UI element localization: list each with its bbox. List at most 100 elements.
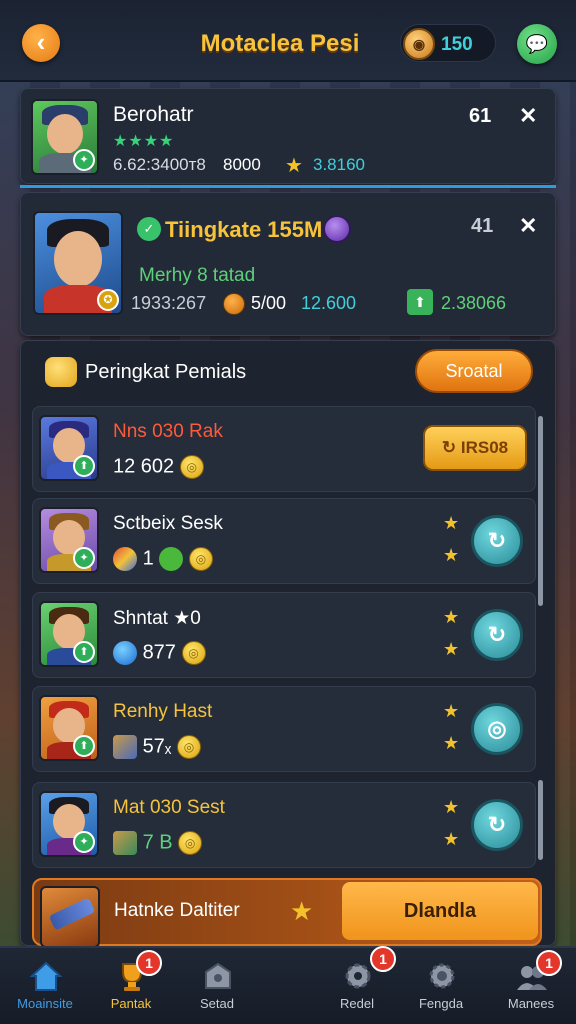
- featured-subtitle: Merhy 8 tatad: [139, 265, 256, 286]
- list-item[interactable]: ⬆ Renhy Hast 57ₓ ◎ ★ ★ ◎: [32, 686, 536, 772]
- avatar: ⬆: [39, 415, 99, 481]
- list-item[interactable]: ⬆ Nns 030 Rak 12 602 ◎ ↻ IRS08: [32, 406, 536, 492]
- star-icon: ★: [290, 896, 314, 926]
- row-name: Sctbeix Sesk: [113, 513, 223, 534]
- highlight-divider: [20, 185, 556, 188]
- star-icon: ★: [285, 155, 303, 177]
- level-badge-icon: ✦: [73, 831, 95, 853]
- coin-value: 150: [441, 34, 473, 55]
- star-icon: ★: [443, 545, 460, 565]
- rating-stars: ★★★★: [113, 133, 175, 150]
- level-badge-icon: ✦: [73, 149, 95, 171]
- star-icon: ★: [443, 733, 460, 753]
- rank-number: 41: [471, 215, 494, 237]
- row-name: Mat 030 Sest: [113, 797, 225, 818]
- chat-button[interactable]: 💬: [517, 24, 557, 64]
- featured-title: Tiingkate 155M: [165, 217, 323, 242]
- featured-player-card[interactable]: ✪ ✓ Tiingkate 155M Merhy 8 tatad 1933:26…: [20, 192, 556, 336]
- row-value: 57ₓ ◎: [113, 735, 201, 759]
- nav-item-redel[interactable]: 1 Redel: [314, 946, 400, 1024]
- star-icon: ★: [443, 829, 460, 849]
- nav-item-setad[interactable]: Setad: [174, 948, 260, 1024]
- coin-counter[interactable]: ◉ 150: [400, 24, 496, 62]
- nav-item-fengda[interactable]: Fengda: [398, 948, 484, 1024]
- featured-status-icon: ✓: [137, 217, 161, 241]
- refresh-icon: ↻: [487, 528, 507, 553]
- nav-label: Redel: [340, 996, 374, 1011]
- back-button[interactable]: ‹: [22, 24, 60, 62]
- player-score: 8000: [223, 155, 261, 174]
- gem-icon: [323, 215, 351, 243]
- star-icon: ★: [443, 701, 460, 721]
- row-name: Renhy Hast: [113, 701, 213, 722]
- star-icon: ★: [443, 639, 460, 659]
- target-icon: ◎: [487, 716, 507, 741]
- player-card-top[interactable]: ✦ Berohatr ★★★★ 6.62:3400ᴛ8 8000 ★ 3.816…: [20, 88, 556, 188]
- list-item[interactable]: ✦ Sctbeix Sesk 1 ◎ ★ ★ ↻: [32, 498, 536, 584]
- notification-badge: 1: [536, 950, 562, 976]
- weapon-icon: [48, 897, 96, 931]
- avatar: [40, 886, 100, 948]
- gear-icon: [341, 960, 375, 992]
- footer-action-button[interactable]: Dlandla: [342, 882, 538, 940]
- bottom-nav: Moainsite 1 Pantak Setad 1 Redel Fengda …: [0, 946, 576, 1024]
- notification-badge: 1: [136, 950, 162, 976]
- gold-coin-icon: ◎: [179, 455, 204, 479]
- footer-row-name: Hatnke Daltiter: [114, 900, 240, 921]
- row-name: Nns 030 Rak: [113, 421, 223, 442]
- avatar: ✦: [31, 99, 99, 175]
- row-value: 1 ◎: [113, 547, 213, 571]
- leaderboard-heading: Peringkat Pemials: [85, 361, 247, 383]
- nav-item-pantak[interactable]: 1 Pantak: [88, 948, 174, 1024]
- row-name: Shntat ★0: [113, 608, 201, 629]
- player-name: Berohatr: [113, 103, 194, 126]
- refresh-button[interactable]: ↻: [471, 799, 523, 851]
- nav-label: Pantak: [110, 996, 152, 1011]
- avatar: ✪: [33, 211, 123, 315]
- row-value: 7 B ◎: [113, 831, 203, 855]
- tools-icon: [113, 831, 137, 855]
- nav-item-manees[interactable]: 1 Manees: [488, 948, 574, 1024]
- level-badge-icon: ✦: [73, 547, 95, 569]
- list-item[interactable]: ⬆ Shntat ★0 877 ◎ ★ ★ ↻: [32, 592, 536, 678]
- nav-item-home[interactable]: Moainsite: [2, 948, 88, 1024]
- nav-label: Setad: [200, 996, 234, 1011]
- scrollbar-thumb[interactable]: [538, 416, 543, 606]
- orb-icon: [113, 641, 137, 665]
- settings-icon: [425, 960, 459, 992]
- nav-label: Manees: [507, 996, 555, 1011]
- tools-icon: [113, 735, 137, 759]
- refresh-button[interactable]: ↻: [471, 609, 523, 661]
- gold-coin-icon: ◎: [176, 735, 201, 759]
- star-icon: ★: [443, 513, 460, 533]
- featured-footer-row[interactable]: Hatnke Daltiter ★ Dlandla: [32, 878, 542, 948]
- sort-button[interactable]: Sroatal: [415, 349, 533, 393]
- nav-label: Fengda: [418, 996, 464, 1011]
- gold-value: 3.8160: [313, 155, 365, 174]
- upgrade-icon: ⬆: [407, 289, 433, 315]
- row-value: 12 602 ◎: [113, 455, 204, 479]
- medal-icon: ✪: [97, 289, 119, 311]
- featured-stat-b: 5/00: [251, 293, 287, 313]
- nav-label: Moainsite: [17, 996, 73, 1011]
- close-icon[interactable]: ✕: [519, 103, 537, 129]
- star-icon: ★: [443, 797, 460, 817]
- scrollbar-thumb[interactable]: [538, 780, 543, 860]
- close-icon[interactable]: ✕: [519, 213, 537, 239]
- featured-stat-a: 1933:267: [131, 293, 207, 313]
- list-item[interactable]: ✦ Mat 030 Sest 7 B ◎ ★ ★ ↻: [32, 782, 536, 868]
- level-badge-icon: ⬆: [73, 735, 95, 757]
- avatar: ⬆: [39, 601, 99, 667]
- refresh-icon: ↻: [487, 812, 507, 837]
- refresh-button[interactable]: ↻: [471, 515, 523, 567]
- leaderboard-icon: [45, 357, 77, 387]
- leaf-icon: [159, 547, 184, 571]
- row-value: 877 ◎: [113, 641, 206, 665]
- gold-coin-icon: ◎: [188, 547, 213, 571]
- target-button[interactable]: ◎: [471, 703, 523, 755]
- claim-button[interactable]: ↻ IRS08: [423, 425, 527, 471]
- star-icon: ★: [443, 607, 460, 627]
- refresh-icon: ↻: [487, 622, 507, 647]
- featured-stat-c: 12.600: [301, 293, 357, 313]
- level-badge-icon: ⬆: [73, 641, 95, 663]
